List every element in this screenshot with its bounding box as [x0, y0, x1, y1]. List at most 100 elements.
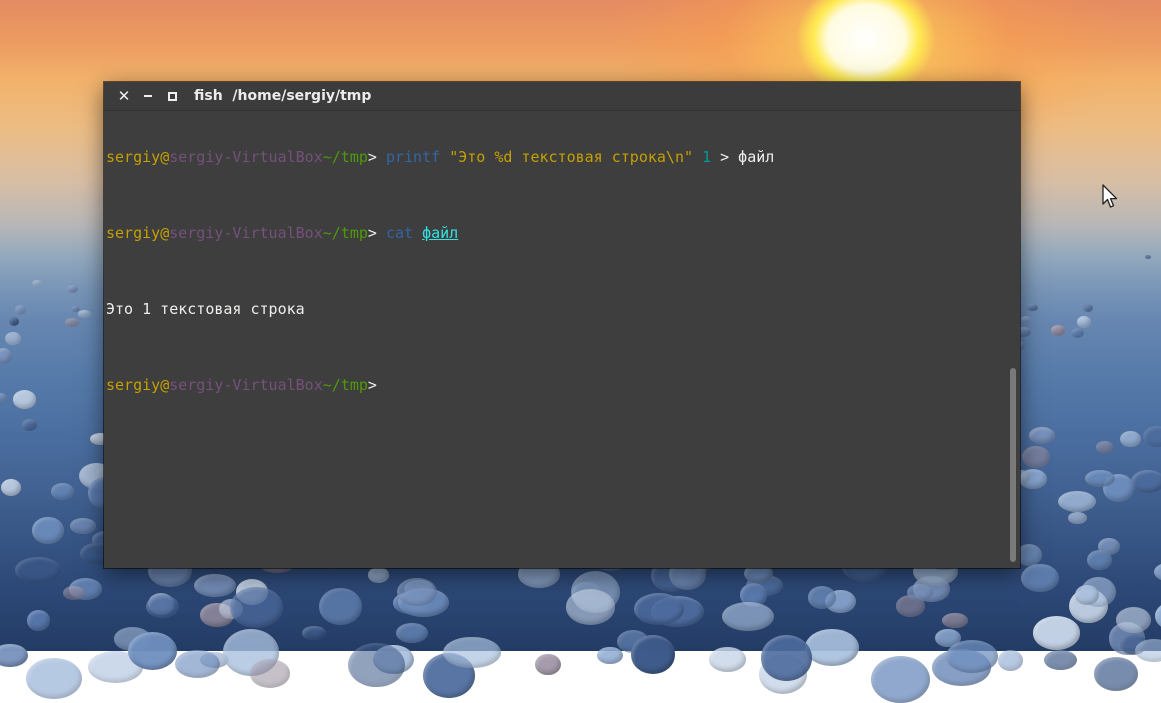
wallpaper-pebble: [1068, 511, 1087, 524]
wallpaper-pebble: [26, 609, 51, 631]
terminal-output[interactable]: sergiy@sergiy-VirtualBox~/tmp> printf "Э…: [106, 110, 1006, 568]
wallpaper-pebble: [396, 577, 438, 606]
prompt-symbol: >: [367, 224, 386, 242]
wallpaper-pebble: [941, 613, 968, 628]
window-titlebar[interactable]: ✕ fish /home/sergiy/tmp: [104, 82, 1020, 111]
wallpaper-pebble: [1098, 538, 1120, 555]
prompt-host: sergiy-VirtualBox: [169, 376, 323, 394]
wallpaper-pebble: [807, 586, 836, 609]
file-path-link[interactable]: файл: [422, 224, 458, 242]
prompt-cwd: ~/tmp: [322, 376, 368, 394]
wallpaper-pebble: [634, 592, 685, 625]
command-output: Это 1 текстовая строка: [106, 300, 305, 318]
prompt-user: sergiy: [106, 224, 161, 242]
close-icon: ✕: [117, 87, 131, 105]
prompt-host: sergiy-VirtualBox: [169, 148, 323, 166]
close-button[interactable]: ✕: [112, 82, 136, 110]
wallpaper-pebble: [1134, 638, 1161, 663]
prompt-user: sergiy: [106, 376, 161, 394]
wallpaper-pebble: [1033, 616, 1081, 651]
wallpaper-pebble: [1021, 315, 1032, 323]
wallpaper-pebble: [15, 556, 61, 583]
wallpaper-pebble: [1027, 303, 1039, 312]
wallpaper-pebble: [174, 649, 221, 678]
wallpaper-pebble: [67, 284, 78, 293]
wallpaper-pebble: [1131, 469, 1161, 494]
wallpaper-pebble: [396, 622, 429, 644]
wallpaper-pebble: [5, 331, 21, 346]
wallpaper-pebble: [77, 310, 92, 318]
command-number-arg: 1: [702, 148, 712, 166]
wallpaper-pebble: [1115, 606, 1152, 633]
maximize-button[interactable]: [160, 82, 184, 110]
terminal-line: Это 1 текстовая строка: [106, 300, 1006, 319]
wallpaper-pebble: [348, 643, 405, 688]
wallpaper-pebble: [1094, 657, 1139, 691]
wallpaper-pebble: [631, 635, 676, 674]
wallpaper-pebble: [1050, 325, 1065, 336]
command-redirect: > файл: [711, 148, 775, 166]
scrollbar[interactable]: [1008, 110, 1018, 568]
scrollbar-thumb[interactable]: [1010, 368, 1016, 562]
wallpaper-pebble: [12, 390, 36, 409]
wallpaper-pebble: [565, 589, 616, 625]
wallpaper-pebble: [1153, 562, 1161, 583]
prompt-user: sergiy: [106, 148, 161, 166]
terminal-window[interactable]: ✕ fish /home/sergiy/tmp sergiy@sergiy-Vi…: [104, 82, 1020, 568]
wallpaper-pebble: [1021, 445, 1050, 469]
terminal-line: sergiy@sergiy-VirtualBox~/tmp> cat файл: [106, 224, 1006, 243]
wallpaper-pebble: [367, 566, 390, 583]
wallpaper-pebble: [1119, 430, 1141, 448]
prompt-at: @: [160, 148, 170, 166]
prompt-at: @: [160, 224, 170, 242]
mouse-pointer-icon: [1102, 184, 1118, 208]
prompt-host: sergiy-VirtualBox: [169, 224, 323, 242]
wallpaper-pebble: [1154, 599, 1161, 633]
wallpaper-pebble: [1021, 563, 1059, 592]
command-string-arg: "Это %d текстовая строка\n": [449, 148, 694, 166]
terminal-line: sergiy@sergiy-VirtualBox~/tmp> printf "Э…: [106, 148, 1006, 167]
wallpaper-pebble: [805, 628, 860, 667]
wallpaper-pebble: [1028, 427, 1056, 444]
wallpaper-pebble: [64, 317, 79, 327]
wallpaper-pebble: [721, 601, 775, 632]
wallpaper-pebble: [1082, 304, 1093, 313]
wallpaper-pebble: [443, 636, 501, 669]
wallpaper-pebble: [1044, 649, 1078, 670]
wallpaper-pebble: [8, 317, 19, 326]
wallpaper-pebble: [870, 655, 930, 703]
wallpaper-pebble: [708, 647, 746, 672]
wallpaper-pebble: [1, 478, 22, 496]
wallpaper-pebble: [0, 393, 7, 403]
wallpaper-pebble: [70, 518, 96, 534]
prompt-symbol: >: [367, 148, 386, 166]
wallpaper-pebble: [128, 632, 178, 671]
wallpaper-pebble: [1143, 425, 1161, 447]
wallpaper-pebble: [14, 305, 27, 315]
wallpaper-pebble: [0, 348, 12, 365]
wallpaper-pebble: [597, 646, 623, 665]
wallpaper-pebble: [51, 483, 75, 500]
prompt-at: @: [160, 376, 170, 394]
minimize-icon: [144, 95, 152, 97]
wallpaper-pebble: [25, 658, 82, 699]
command-name: cat: [385, 224, 414, 242]
wallpaper-pebble: [1144, 254, 1152, 259]
wallpaper-pebble: [230, 587, 283, 628]
command-name: printf: [385, 148, 441, 166]
wallpaper-pebble: [145, 594, 179, 619]
wallpaper-pebble: [907, 583, 933, 602]
wallpaper-pebble: [0, 643, 28, 668]
wallpaper-pebble: [319, 588, 362, 626]
minimize-button[interactable]: [136, 82, 160, 110]
wallpaper-pebble: [193, 573, 237, 598]
prompt-symbol: >: [367, 376, 377, 394]
prompt-cwd: ~/tmp: [322, 148, 368, 166]
wallpaper-pebble: [535, 653, 561, 676]
wallpaper-pebble: [249, 659, 291, 688]
wallpaper-pebble: [1057, 490, 1097, 512]
wallpaper-pebble: [22, 419, 38, 432]
wallpaper-pebble: [1074, 584, 1100, 605]
